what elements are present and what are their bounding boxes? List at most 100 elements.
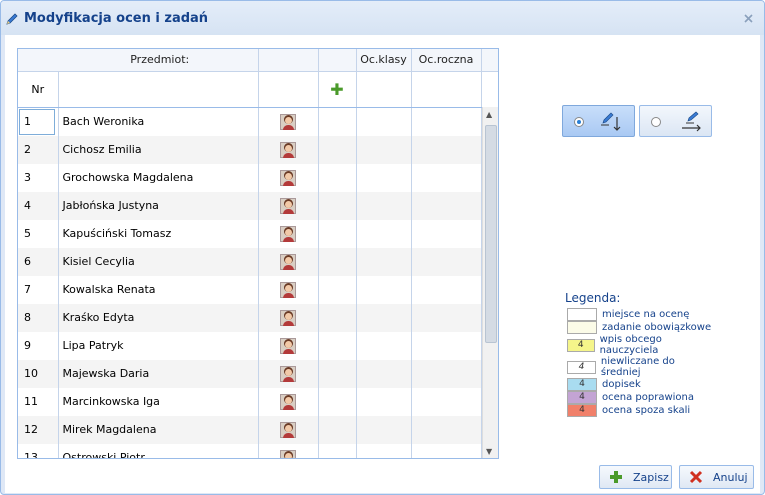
student-name-cell[interactable]: Mirek Magdalena	[58, 415, 259, 444]
student-avatar-icon[interactable]	[280, 169, 296, 186]
class-grade-cell[interactable]	[356, 387, 412, 416]
row-nr-cell[interactable]: 5	[18, 219, 59, 248]
class-grade-cell[interactable]	[356, 415, 412, 444]
scroll-down-icon[interactable]: ▼	[486, 447, 492, 456]
row-nr-cell[interactable]: 11	[18, 387, 59, 416]
grade-cell[interactable]	[318, 387, 357, 416]
student-icon-cell[interactable]	[258, 191, 319, 220]
year-grade-cell[interactable]	[411, 443, 482, 458]
class-grade-cell[interactable]	[356, 275, 412, 304]
cancel-button[interactable]: Anuluj	[679, 465, 754, 489]
class-grade-cell[interactable]	[356, 219, 412, 248]
row-nr-cell[interactable]: 9	[18, 331, 59, 360]
student-icon-cell[interactable]	[258, 415, 319, 444]
grid-scrollbar[interactable]: ▲ ▼	[482, 107, 498, 458]
grade-cell[interactable]	[318, 303, 357, 332]
student-icon-cell[interactable]	[258, 331, 319, 360]
mode-vertical-radio[interactable]	[574, 117, 584, 127]
grade-cell[interactable]	[318, 415, 357, 444]
student-name-cell[interactable]: Kisiel Cecylia	[58, 247, 259, 276]
student-name-cell[interactable]: Cichosz Emilia	[58, 135, 259, 164]
table-row[interactable]: 4 Jabłońska Justyna	[18, 191, 498, 220]
student-icon-cell[interactable]	[258, 443, 319, 458]
student-avatar-icon[interactable]	[280, 309, 296, 326]
student-icon-cell[interactable]	[258, 163, 319, 192]
row-nr-cell[interactable]: 6	[18, 247, 59, 276]
mode-horizontal-button[interactable]	[639, 105, 712, 137]
student-name-cell[interactable]: Kapuściński Tomasz	[58, 219, 259, 248]
class-grade-cell[interactable]	[356, 443, 412, 458]
student-avatar-icon[interactable]	[280, 113, 296, 130]
student-icon-cell[interactable]	[258, 135, 319, 164]
student-avatar-icon[interactable]	[280, 337, 296, 354]
table-row[interactable]: 5 Kapuściński Tomasz	[18, 219, 498, 248]
grade-cell[interactable]	[318, 331, 357, 360]
row-nr-cell[interactable]: 13	[18, 443, 59, 458]
dialog-titlebar[interactable]: Modyfikacja ocen i zadań	[1, 1, 764, 35]
class-grade-cell[interactable]	[356, 331, 412, 360]
year-grade-cell[interactable]	[411, 387, 482, 416]
grade-cell[interactable]	[318, 135, 357, 164]
mode-horizontal-radio[interactable]	[651, 117, 661, 127]
table-row[interactable]: 13 Ostrowski Piotr	[18, 443, 498, 458]
student-avatar-icon[interactable]	[280, 393, 296, 410]
year-grade-cell[interactable]	[411, 303, 482, 332]
table-row[interactable]: 8 Kraśko Edyta	[18, 303, 498, 332]
table-row[interactable]: 9 Lipa Patryk	[18, 331, 498, 360]
row-nr-cell[interactable]: 3	[18, 163, 59, 192]
grade-cell[interactable]	[318, 191, 357, 220]
grade-cell[interactable]	[318, 219, 357, 248]
student-avatar-icon[interactable]	[280, 421, 296, 438]
row-nr-selected[interactable]: 1	[19, 108, 55, 135]
table-row[interactable]: 11 Marcinkowska Iga	[18, 387, 498, 416]
class-grade-cell[interactable]	[356, 191, 412, 220]
student-avatar-icon[interactable]	[280, 449, 296, 458]
student-name-cell[interactable]: Kraśko Edyta	[58, 303, 259, 332]
plus-icon[interactable]: ✚	[330, 80, 343, 99]
row-nr-cell[interactable]: 4	[18, 191, 59, 220]
table-row[interactable]: 10 Majewska Daria	[18, 359, 498, 388]
mode-vertical-button[interactable]	[562, 105, 635, 137]
table-row[interactable]: 7 Kowalska Renata	[18, 275, 498, 304]
grade-cell[interactable]	[318, 359, 357, 388]
year-grade-cell[interactable]	[411, 415, 482, 444]
grade-cell[interactable]	[318, 107, 357, 136]
student-icon-cell[interactable]	[258, 275, 319, 304]
row-nr-cell[interactable]: 8	[18, 303, 59, 332]
student-icon-cell[interactable]	[258, 359, 319, 388]
row-nr-cell[interactable]: 2	[18, 135, 59, 164]
scroll-thumb[interactable]	[485, 125, 497, 343]
student-name-cell[interactable]: Kowalska Renata	[58, 275, 259, 304]
grade-cell[interactable]	[318, 247, 357, 276]
student-name-cell[interactable]: Grochowska Magdalena	[58, 163, 259, 192]
table-row[interactable]: 3 Grochowska Magdalena	[18, 163, 498, 192]
year-grade-cell[interactable]	[411, 247, 482, 276]
table-row[interactable]: 12 Mirek Magdalena	[18, 415, 498, 444]
row-nr-cell[interactable]: 7	[18, 275, 59, 304]
row-nr-cell[interactable]: 10	[18, 359, 59, 388]
class-grade-cell[interactable]	[356, 135, 412, 164]
student-avatar-icon[interactable]	[280, 225, 296, 242]
class-grade-cell[interactable]	[356, 359, 412, 388]
student-name-cell[interactable]: Marcinkowska Iga	[58, 387, 259, 416]
grade-cell[interactable]	[318, 163, 357, 192]
row-nr-cell[interactable]: 1	[18, 107, 59, 136]
year-grade-cell[interactable]	[411, 107, 482, 136]
year-grade-cell[interactable]	[411, 275, 482, 304]
class-grade-cell[interactable]	[356, 107, 412, 136]
year-grade-cell[interactable]	[411, 135, 482, 164]
row-nr-cell[interactable]: 12	[18, 415, 59, 444]
student-name-cell[interactable]: Lipa Patryk	[58, 331, 259, 360]
class-grade-cell[interactable]	[356, 303, 412, 332]
student-avatar-icon[interactable]	[280, 365, 296, 382]
student-icon-cell[interactable]	[258, 303, 319, 332]
table-row[interactable]: 2 Cichosz Emilia	[18, 135, 498, 164]
student-icon-cell[interactable]	[258, 219, 319, 248]
student-name-cell[interactable]: Bach Weronika	[58, 107, 259, 136]
student-name-cell[interactable]: Jabłońska Justyna	[58, 191, 259, 220]
save-button[interactable]: Zapisz	[599, 465, 672, 489]
student-avatar-icon[interactable]	[280, 253, 296, 270]
student-avatar-icon[interactable]	[280, 141, 296, 158]
student-name-cell[interactable]: Ostrowski Piotr	[58, 443, 259, 458]
class-grade-cell[interactable]	[356, 247, 412, 276]
